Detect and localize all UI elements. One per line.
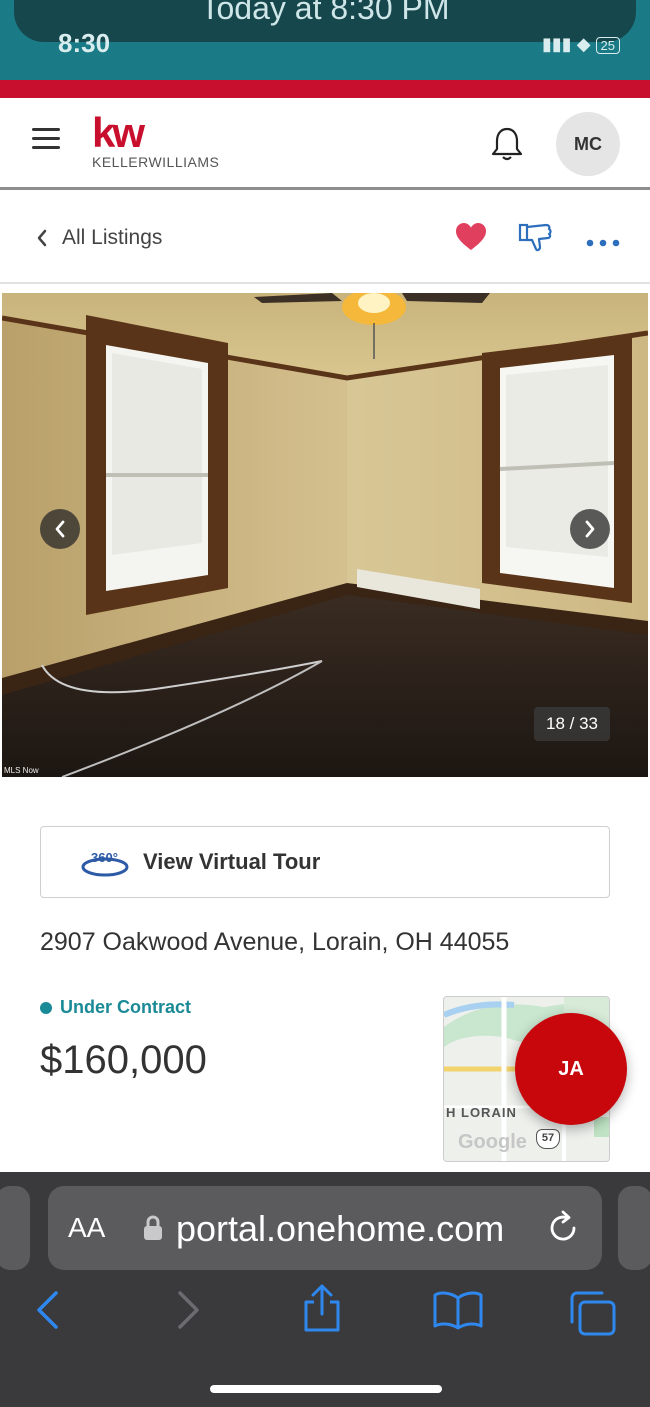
share-icon[interactable] <box>300 1284 344 1337</box>
listing-price: $160,000 <box>40 1038 207 1082</box>
signal-icon: ▮▮▮ <box>541 34 572 54</box>
360-icon-text: 360° <box>91 850 118 865</box>
status-bar: Today at 8:30 PM 8:30 ▮▮▮ ◆ 25 <box>0 0 650 80</box>
status-label: Under Contract <box>60 997 192 1017</box>
menu-icon[interactable] <box>32 128 60 150</box>
next-tab-edge[interactable] <box>618 1186 650 1270</box>
battery-icon: 25 <box>595 37 620 54</box>
listing-address: 2907 Oakwood Avenue, Lorain, OH 44055 <box>40 928 510 956</box>
browser-chrome: AA portal.onehome.com <box>0 1172 650 1407</box>
keller-williams-logo[interactable]: kw KELLERWILLIAMS <box>92 109 220 171</box>
back-icon[interactable] <box>34 1290 60 1335</box>
bookmarks-icon[interactable] <box>432 1290 484 1335</box>
tabs-icon[interactable] <box>568 1290 618 1341</box>
agent-chat-button[interactable]: JA <box>515 1013 627 1125</box>
listing-photo[interactable]: 18 / 33 MLS Now <box>2 293 648 777</box>
listing-status: Under Contract <box>40 997 191 1018</box>
bell-icon[interactable] <box>490 126 524 167</box>
app-header: kw KELLERWILLIAMS MC <box>0 98 650 190</box>
lock-icon <box>142 1214 164 1247</box>
photo-counter: 18 / 33 <box>534 707 610 741</box>
virtual-tour-label: View Virtual Tour <box>143 849 321 874</box>
more-options-icon[interactable] <box>586 234 620 252</box>
map-city-label: H LORAIN <box>446 1105 517 1120</box>
favorite-heart-icon[interactable] <box>455 222 487 257</box>
route-shield-icon: 57 <box>536 1129 560 1149</box>
brand-strip <box>0 80 650 98</box>
reload-icon[interactable] <box>546 1210 580 1251</box>
status-time: 8:30 <box>58 28 111 58</box>
listing-nav: All Listings <box>0 192 650 284</box>
back-to-listings-link[interactable]: All Listings <box>36 226 162 250</box>
chevron-left-icon <box>37 229 47 247</box>
browser-toolbar <box>0 1282 650 1352</box>
logo-mark: kw <box>92 109 145 156</box>
dislike-icon[interactable] <box>518 222 554 257</box>
system-icons: ▮▮▮ ◆ 25 <box>542 34 620 55</box>
reader-settings-button[interactable]: AA <box>68 1212 105 1244</box>
address-bar[interactable]: AA portal.onehome.com <box>48 1186 602 1270</box>
notification-text: Today at 8:30 PM <box>200 0 450 26</box>
prev-tab-edge[interactable] <box>0 1186 30 1270</box>
360-tour-icon: 360° <box>81 850 129 877</box>
chevron-right-icon <box>585 520 595 538</box>
url-text: portal.onehome.com <box>176 1208 505 1249</box>
wifi-icon: ◆ <box>576 34 596 54</box>
prev-photo-button[interactable] <box>40 509 80 549</box>
status-dot <box>40 1001 52 1014</box>
google-logo: Google <box>458 1131 527 1153</box>
forward-icon[interactable] <box>176 1290 202 1335</box>
home-indicator <box>210 1385 442 1393</box>
photo-credit: MLS Now <box>4 766 39 775</box>
logo-word: KELLERWILLIAMS <box>92 154 220 170</box>
view-virtual-tour-button[interactable]: 360° View Virtual Tour <box>40 826 610 898</box>
user-avatar[interactable]: MC <box>556 112 620 176</box>
chevron-left-icon <box>55 520 65 538</box>
room-photo-illustration <box>2 293 648 777</box>
next-photo-button[interactable] <box>570 509 610 549</box>
back-label: All Listings <box>62 226 163 249</box>
